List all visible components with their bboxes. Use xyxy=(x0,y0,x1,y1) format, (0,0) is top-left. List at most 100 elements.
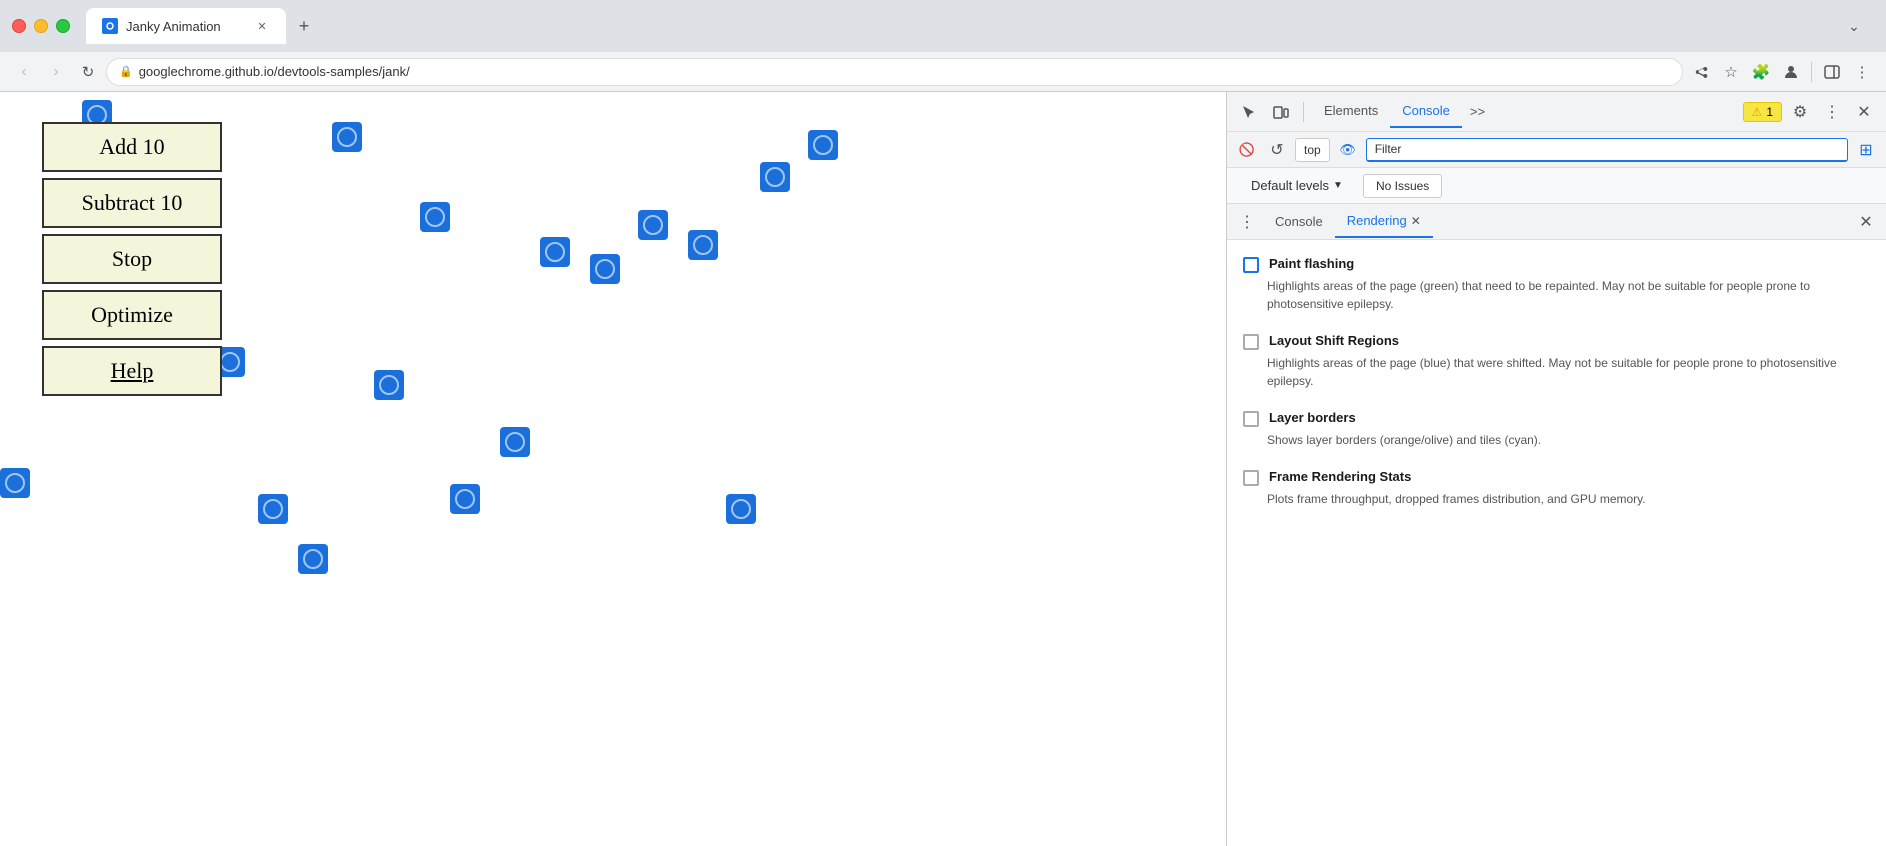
paint-flashing-checkbox[interactable] xyxy=(1243,257,1259,273)
device-toolbar-button[interactable] xyxy=(1267,98,1295,126)
devtools-toolbar: Elements Console >> ⚠ 1 ⚙ ⋮ ✕ xyxy=(1227,92,1886,132)
new-tab-button[interactable]: + xyxy=(290,12,318,40)
sidebar-toggle-icon[interactable]: ⊞ xyxy=(1854,138,1878,162)
back-button[interactable]: ‹ xyxy=(10,58,38,86)
preserve-log-icon[interactable]: ↺ xyxy=(1265,138,1289,162)
filter-text: Filter xyxy=(1375,142,1402,156)
frame-rendering-stats-title: Frame Rendering Stats xyxy=(1269,469,1411,484)
divider xyxy=(1811,62,1812,82)
frame-rendering-stats-header: Frame Rendering Stats xyxy=(1243,469,1870,486)
optimize-button[interactable]: Optimize xyxy=(42,290,222,340)
url-text: googlechrome.github.io/devtools-samples/… xyxy=(139,64,1670,79)
forward-button[interactable]: › xyxy=(42,58,70,86)
elements-tab[interactable]: Elements xyxy=(1312,96,1390,128)
animated-dot xyxy=(0,468,30,498)
layer-borders-option: Layer borders Shows layer borders (orang… xyxy=(1243,410,1870,449)
help-button[interactable]: Help xyxy=(42,346,222,396)
devtools-secondary-bar: 🚫 ↺ top 👁 Filter ⊞ xyxy=(1227,132,1886,168)
add-10-button[interactable]: Add 10 xyxy=(42,122,222,172)
close-traffic-light[interactable] xyxy=(12,19,26,33)
layout-shift-desc: Highlights areas of the page (blue) that… xyxy=(1243,354,1870,390)
browser-settings-button[interactable]: ⋮ xyxy=(1848,58,1876,86)
devtools-close-button[interactable]: ✕ xyxy=(1850,98,1878,126)
animated-dot xyxy=(726,494,756,524)
title-bar: Janky Animation ✕ + ⌄ xyxy=(0,0,1886,52)
toolbar-separator xyxy=(1303,102,1304,122)
drawer-console-tab[interactable]: Console xyxy=(1263,206,1335,238)
stop-button[interactable]: Stop xyxy=(42,234,222,284)
page-buttons: Add 10 Subtract 10 Stop Optimize Help xyxy=(42,122,222,396)
create-live-expression-icon[interactable]: 👁 xyxy=(1336,138,1360,162)
layer-borders-checkbox[interactable] xyxy=(1243,411,1259,427)
paint-flashing-option: Paint flashing Highlights areas of the p… xyxy=(1243,256,1870,313)
layer-borders-title: Layer borders xyxy=(1269,410,1356,425)
drawer-close-button[interactable]: ✕ xyxy=(1854,210,1878,234)
animated-dot xyxy=(298,544,328,574)
side-panel-button[interactable] xyxy=(1818,58,1846,86)
tab-favicon xyxy=(102,18,118,34)
animated-dot xyxy=(688,230,718,260)
minimize-traffic-light[interactable] xyxy=(34,19,48,33)
animated-dot xyxy=(500,427,530,457)
layer-borders-header: Layer borders xyxy=(1243,410,1870,427)
inspect-element-button[interactable] xyxy=(1235,98,1263,126)
frame-rendering-stats-desc: Plots frame throughput, dropped frames d… xyxy=(1243,490,1870,508)
no-issues-button[interactable]: No Issues xyxy=(1363,174,1442,198)
frame-rendering-stats-checkbox[interactable] xyxy=(1243,470,1259,486)
tab-title: Janky Animation xyxy=(126,19,246,34)
animated-dot xyxy=(808,130,838,160)
drawer-more-button[interactable]: ⋮ xyxy=(1235,210,1259,234)
maximize-traffic-light[interactable] xyxy=(56,19,70,33)
animated-dot xyxy=(540,237,570,267)
layout-shift-option: Layout Shift Regions Highlights areas of… xyxy=(1243,333,1870,390)
paint-flashing-desc: Highlights areas of the page (green) tha… xyxy=(1243,277,1870,313)
animated-dot xyxy=(258,494,288,524)
browser-menu-button[interactable]: ⌄ xyxy=(1834,18,1874,35)
drawer-rendering-tab[interactable]: Rendering ✕ xyxy=(1335,206,1433,238)
traffic-lights xyxy=(12,19,70,33)
tabs-bar: Janky Animation ✕ + xyxy=(86,8,1826,44)
devtools-settings-button[interactable]: ⚙ xyxy=(1786,98,1814,126)
profile-button[interactable] xyxy=(1777,58,1805,86)
nav-bar: ‹ › ↻ 🔒 googlechrome.github.io/devtools-… xyxy=(0,52,1886,92)
animated-dot xyxy=(450,484,480,514)
animated-dot xyxy=(420,202,450,232)
default-levels-dropdown[interactable]: Default levels ▼ xyxy=(1243,174,1351,197)
paint-flashing-title: Paint flashing xyxy=(1269,256,1354,271)
layout-shift-title: Layout Shift Regions xyxy=(1269,333,1399,348)
layout-shift-checkbox[interactable] xyxy=(1243,334,1259,350)
extension-button[interactable]: 🧩 xyxy=(1747,58,1775,86)
animated-dot xyxy=(332,122,362,152)
warning-count: 1 xyxy=(1766,105,1773,119)
clear-console-icon[interactable]: 🚫 xyxy=(1235,138,1259,162)
rendering-tab-close[interactable]: ✕ xyxy=(1411,214,1421,228)
browser-frame: Janky Animation ✕ + ⌄ ‹ › ↻ 🔒 googlechro… xyxy=(0,0,1886,846)
content-area: Add 10 Subtract 10 Stop Optimize Help El… xyxy=(0,92,1886,846)
devtools-main-tabs: Elements Console >> xyxy=(1312,96,1739,128)
layer-borders-desc: Shows layer borders (orange/olive) and t… xyxy=(1243,431,1870,449)
animated-dot xyxy=(760,162,790,192)
devtools-more-button[interactable]: ⋮ xyxy=(1818,98,1846,126)
paint-flashing-header: Paint flashing xyxy=(1243,256,1870,273)
tab-close-button[interactable]: ✕ xyxy=(254,18,270,34)
warning-badge[interactable]: ⚠ 1 xyxy=(1743,102,1782,122)
dropdown-arrow-icon: ▼ xyxy=(1333,180,1343,191)
nav-actions: ☆ 🧩 ⋮ xyxy=(1687,58,1876,86)
rendering-options-panel: Paint flashing Highlights areas of the p… xyxy=(1227,240,1886,846)
level-label: Default levels xyxy=(1251,178,1329,193)
console-filter-input[interactable]: Filter xyxy=(1366,138,1848,162)
more-tabs-button[interactable]: >> xyxy=(1462,104,1493,119)
layout-shift-header: Layout Shift Regions xyxy=(1243,333,1870,350)
warning-icon: ⚠ xyxy=(1752,105,1763,119)
frame-rendering-stats-option: Frame Rendering Stats Plots frame throug… xyxy=(1243,469,1870,508)
address-bar[interactable]: 🔒 googlechrome.github.io/devtools-sample… xyxy=(106,58,1683,86)
refresh-button[interactable]: ↻ xyxy=(74,58,102,86)
bookmark-button[interactable]: ☆ xyxy=(1717,58,1745,86)
page-content: Add 10 Subtract 10 Stop Optimize Help xyxy=(0,92,1226,846)
lock-icon: 🔒 xyxy=(119,65,133,78)
share-button[interactable] xyxy=(1687,58,1715,86)
console-tab[interactable]: Console xyxy=(1390,96,1462,128)
subtract-10-button[interactable]: Subtract 10 xyxy=(42,178,222,228)
context-selector[interactable]: top xyxy=(1295,138,1330,162)
browser-tab-active[interactable]: Janky Animation ✕ xyxy=(86,8,286,44)
